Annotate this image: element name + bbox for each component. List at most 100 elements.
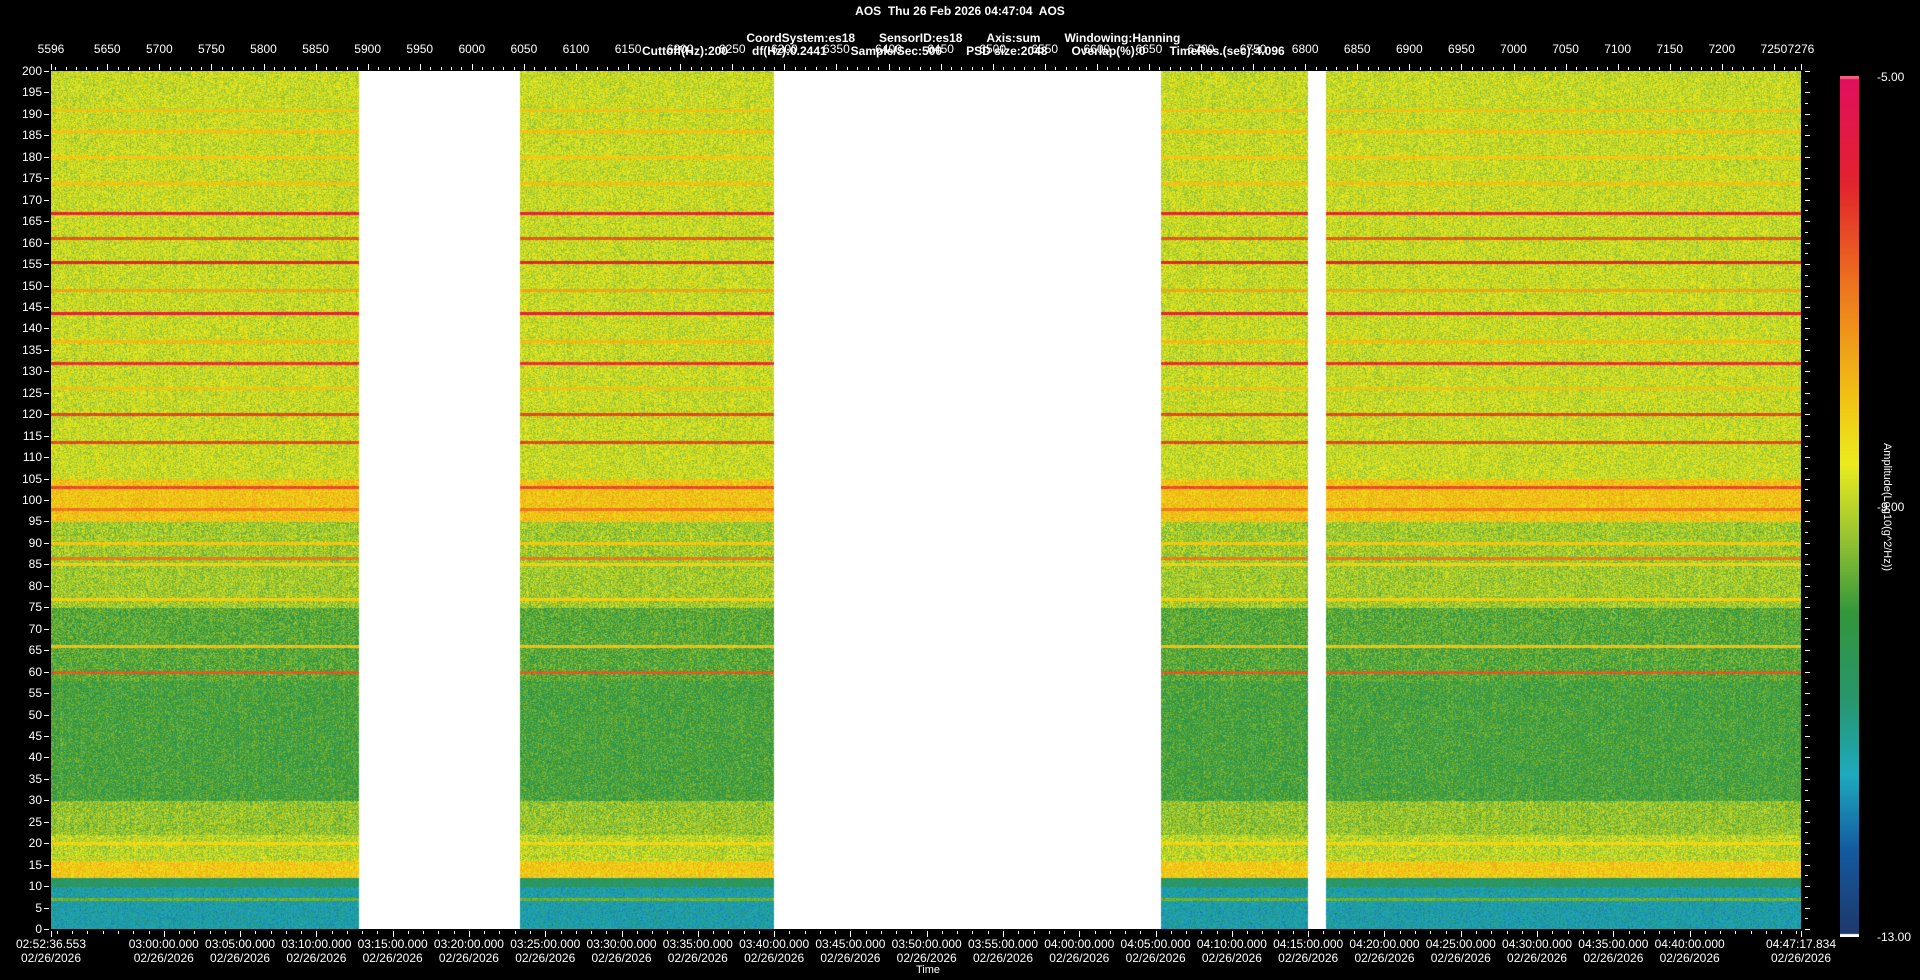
top-minor-tick: [607, 67, 608, 70]
x-minor-tick: [1415, 931, 1416, 934]
top-minor-tick: [357, 67, 358, 70]
x-minor-tick: [896, 931, 897, 934]
x-minor-tick: [469, 931, 470, 934]
top-minor-tick: [1576, 67, 1577, 70]
time-tick-label: 03:25:00.000: [510, 937, 580, 951]
y-tick-right: [1805, 286, 1810, 287]
y-tick-right: [1805, 436, 1810, 437]
top-minor-tick: [232, 67, 233, 70]
y-tick-right: [1805, 650, 1810, 651]
top-minor-tick: [326, 67, 327, 70]
top-minor-tick: [139, 67, 140, 70]
top-tick-label: 6250: [719, 42, 746, 56]
y-minor-tick: [1805, 253, 1808, 254]
y-tick: [44, 479, 49, 480]
x-minor-tick: [484, 931, 485, 934]
y-tick-label: 100: [2, 493, 42, 507]
top-tick-label: 5650: [94, 42, 121, 56]
y-minor-tick: [1805, 125, 1808, 126]
y-tick-label: 95: [2, 514, 42, 528]
x-minor-tick: [393, 931, 394, 934]
top-minor-tick: [1555, 67, 1556, 70]
x-minor-tick: [972, 931, 973, 934]
x-minor-tick: [606, 931, 607, 934]
top-minor-tick: [1795, 67, 1796, 70]
top-minor-tick: [295, 67, 296, 70]
x-minor-tick: [698, 931, 699, 934]
x-minor-tick: [957, 931, 958, 934]
y-tick: [44, 178, 49, 179]
spectrogram-plot[interactable]: [51, 71, 1801, 929]
time-tick-label: 04:00:00.000: [1044, 937, 1114, 951]
top-minor-tick: [1253, 67, 1254, 70]
y-tick-right: [1805, 71, 1810, 72]
y-tick: [44, 607, 49, 608]
x-minor-tick: [377, 931, 378, 934]
top-minor-tick: [1399, 67, 1400, 70]
y-tick-label: 55: [2, 686, 42, 700]
x-minor-tick: [927, 931, 928, 934]
top-minor-tick: [930, 67, 931, 70]
top-minor-tick: [1534, 67, 1535, 70]
y-minor-tick: [1805, 747, 1808, 748]
y-tick-right: [1805, 629, 1810, 630]
y-minor-tick: [1805, 489, 1808, 490]
date-tick-label: 02/26/2026: [1354, 951, 1414, 965]
y-tick: [44, 157, 49, 158]
x-minor-tick: [1644, 931, 1645, 934]
top-minor-tick: [211, 67, 212, 70]
y-tick-right: [1805, 157, 1810, 158]
y-minor-tick: [1805, 275, 1808, 276]
top-tick-label: 5800: [250, 42, 277, 56]
top-minor-tick: [55, 67, 56, 70]
y-tick: [44, 779, 49, 780]
top-minor-tick: [1503, 67, 1504, 70]
x-minor-tick: [881, 931, 882, 934]
y-tick-label: 50: [2, 708, 42, 722]
top-minor-tick: [826, 67, 827, 70]
y-tick-label: 110: [2, 450, 42, 464]
x-tick: [51, 931, 52, 937]
top-minor-tick: [764, 67, 765, 70]
date-tick-label: 02/26/2026: [1049, 951, 1109, 965]
y-tick: [44, 543, 49, 544]
time-tick-label: 03:35:00.000: [663, 937, 733, 951]
x-minor-tick: [530, 931, 531, 934]
top-minor-tick: [691, 67, 692, 70]
y-tick-label: 195: [2, 85, 42, 99]
y-minor-tick: [1805, 511, 1808, 512]
top-minor-tick: [847, 67, 848, 70]
y-tick: [44, 114, 49, 115]
top-tick-label: 6200: [667, 42, 694, 56]
x-minor-tick: [774, 931, 775, 934]
date-tick-label: 02/26/2026: [668, 951, 728, 965]
time-tick-label: 04:40:00.000: [1655, 937, 1725, 951]
y-tick-label: 80: [2, 579, 42, 593]
top-tick-label: 6450: [927, 42, 954, 56]
time-tick-label: 03:00:00.000: [129, 937, 199, 951]
x-minor-tick: [454, 931, 455, 934]
top-minor-tick: [1326, 67, 1327, 70]
y-tick-label: 165: [2, 214, 42, 228]
y-minor-tick: [1805, 189, 1808, 190]
top-tick-label: 7000: [1500, 42, 1527, 56]
top-minor-tick: [201, 67, 202, 70]
y-minor-tick: [1805, 468, 1808, 469]
x-minor-tick: [1140, 931, 1141, 934]
y-minor-tick: [1805, 232, 1808, 233]
y-tick-label: 45: [2, 729, 42, 743]
x-minor-tick: [1430, 931, 1431, 934]
top-minor-tick: [555, 67, 556, 70]
top-minor-tick: [1066, 67, 1067, 70]
y-tick-label: 125: [2, 386, 42, 400]
date-tick-label: 02/26/2026: [973, 951, 1033, 965]
top-tick-label: 6650: [1136, 42, 1163, 56]
x-minor-tick: [1018, 931, 1019, 934]
x-minor-tick: [1568, 931, 1569, 934]
top-minor-tick: [1024, 67, 1025, 70]
top-minor-tick: [1170, 67, 1171, 70]
date-tick-label: 02/26/2026: [1507, 951, 1567, 965]
top-minor-tick: [86, 67, 87, 70]
x-minor-tick: [591, 931, 592, 934]
x-minor-tick: [1400, 931, 1401, 934]
